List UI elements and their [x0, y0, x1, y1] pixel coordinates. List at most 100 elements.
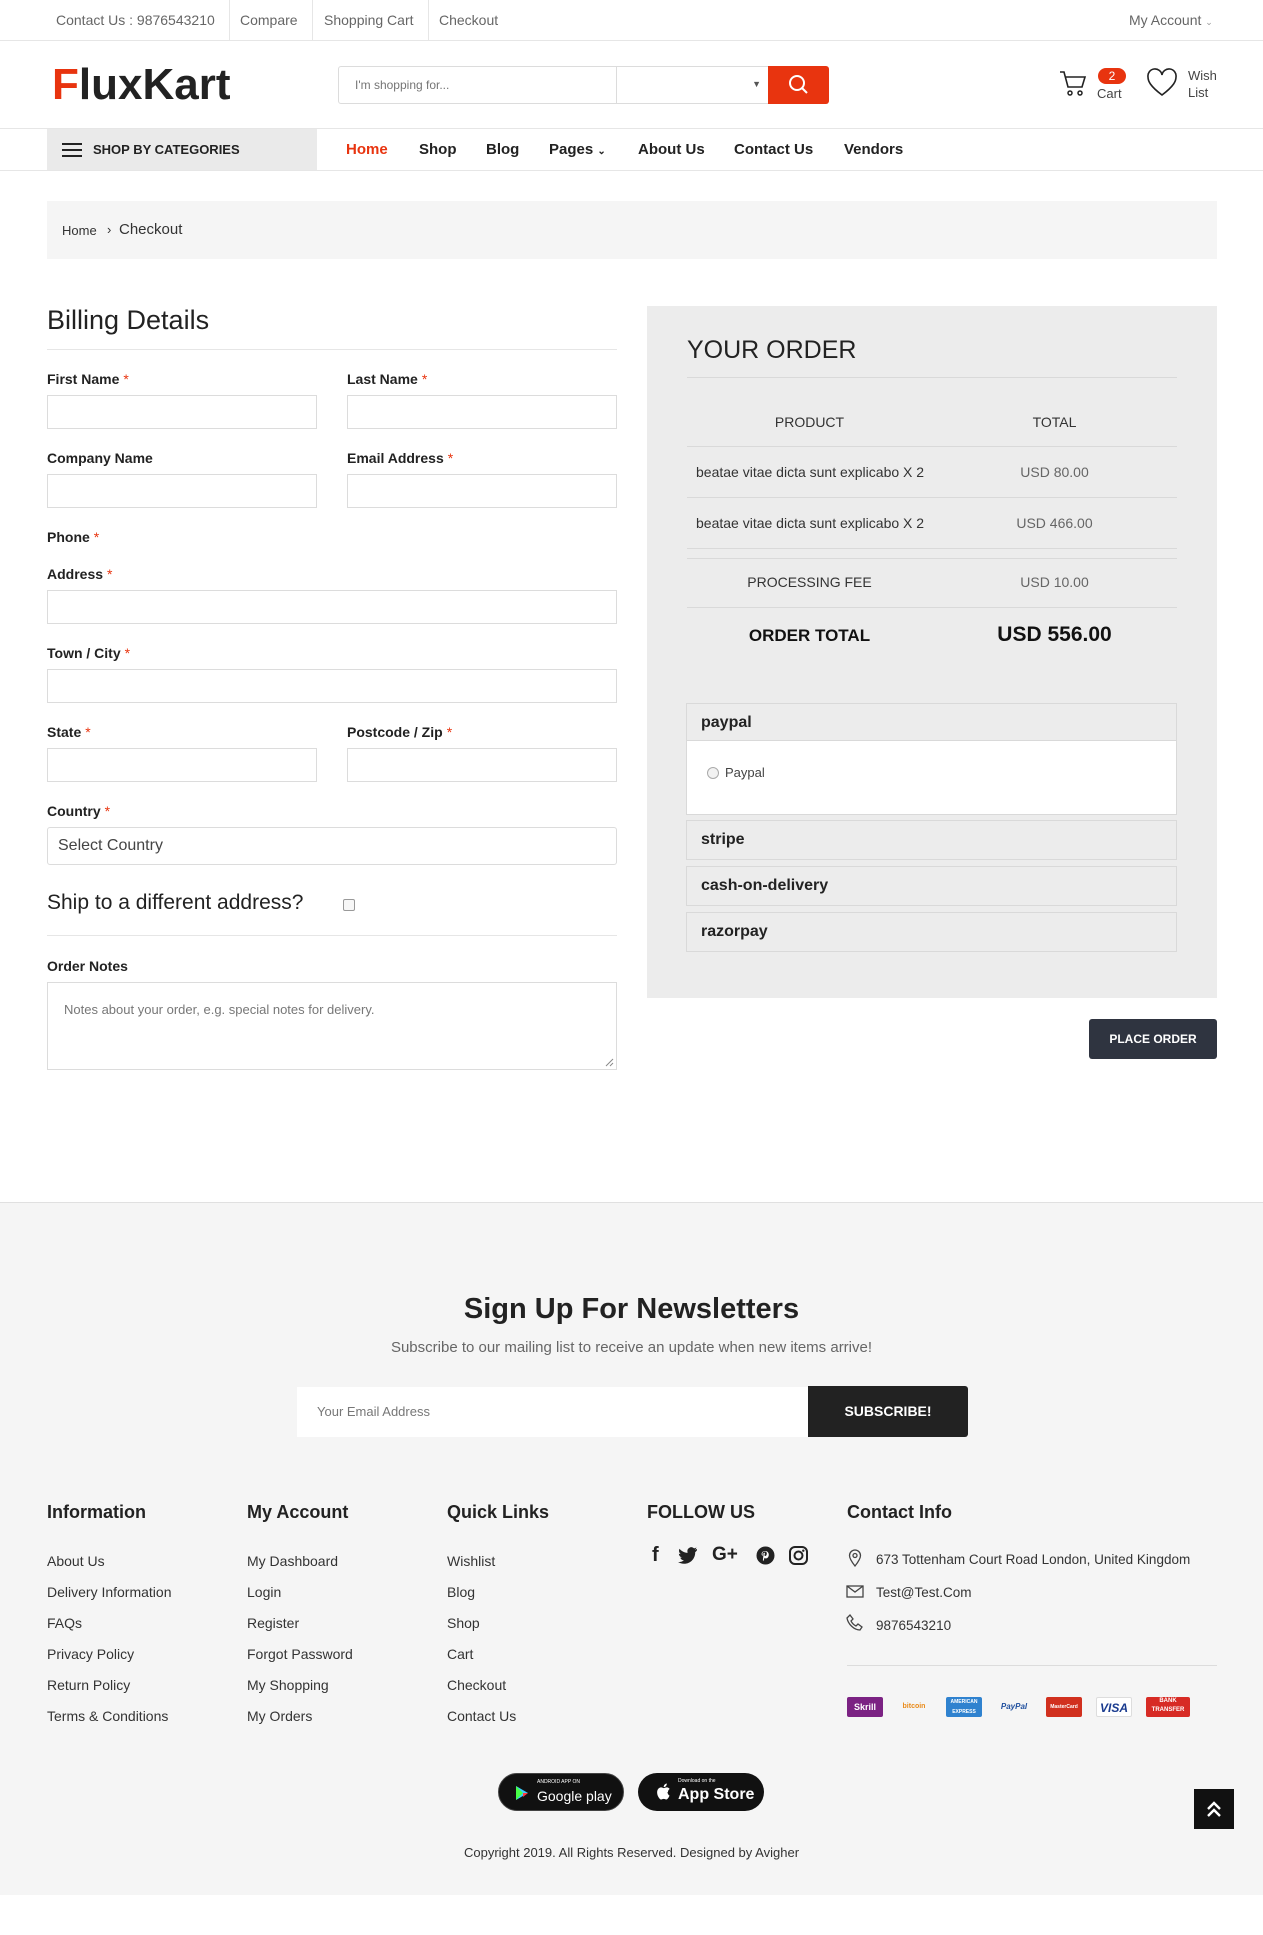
shop-by-categories-button[interactable]: SHOP BY CATEGORIES: [47, 129, 317, 170]
payment-paypal-header[interactable]: paypal: [687, 704, 1176, 741]
logo-letter: F: [52, 60, 79, 109]
order-item-total: USD 466.00: [1016, 515, 1093, 531]
state-input[interactable]: [47, 748, 317, 782]
wishlist-button[interactable]: Wish List: [1146, 66, 1222, 106]
contact-phone[interactable]: 9876543210: [876, 1618, 951, 1633]
google-play-icon: [516, 1786, 528, 1800]
postcode-input[interactable]: [347, 748, 617, 782]
email-text: Email Address: [347, 450, 444, 466]
nav-home[interactable]: Home: [346, 129, 388, 170]
first-name-input[interactable]: [47, 395, 317, 429]
twitter-icon[interactable]: [678, 1547, 698, 1564]
payment-stripe-header: stripe: [701, 831, 745, 848]
ship-different-checkbox[interactable]: [343, 899, 355, 911]
footer-link[interactable]: Delivery Information: [47, 1584, 172, 1600]
newsletter-email-input[interactable]: Your Email Address: [297, 1387, 809, 1437]
scroll-to-top-button[interactable]: [1194, 1789, 1234, 1829]
country-select[interactable]: Select Country: [47, 827, 617, 865]
first-name-text: First Name: [47, 371, 120, 387]
address-input[interactable]: [47, 590, 617, 624]
footer-link[interactable]: Register: [247, 1615, 299, 1631]
search-input[interactable]: [339, 67, 617, 103]
checkout-link[interactable]: Checkout: [425, 0, 512, 40]
order-total-label: ORDER TOTAL: [748, 626, 871, 645]
google-plus-icon[interactable]: G+: [712, 1544, 738, 1566]
footer-link[interactable]: Forgot Password: [247, 1646, 353, 1662]
cart-button[interactable]: 2 Cart: [1058, 66, 1138, 106]
nav-vendors[interactable]: Vendors: [844, 129, 903, 170]
contact-email[interactable]: Test@Test.Com: [876, 1585, 971, 1600]
app-store-button[interactable]: Download on the App Store: [638, 1773, 764, 1811]
google-play-text: Google play: [537, 1788, 612, 1804]
chevron-down-icon: ⌄: [597, 146, 606, 157]
shopping-cart-link[interactable]: Shopping Cart: [310, 0, 429, 40]
nav-pages[interactable]: Pages ⌄: [549, 129, 606, 170]
footer-link[interactable]: Terms & Conditions: [47, 1708, 168, 1724]
payment-razorpay-header: razorpay: [701, 923, 768, 940]
postcode-label: Postcode / Zip *: [347, 724, 452, 740]
required-mark: *: [447, 450, 454, 466]
payment-stripe[interactable]: stripe: [686, 820, 1177, 860]
last-name-input[interactable]: [347, 395, 617, 429]
footer-link[interactable]: Cart: [447, 1646, 473, 1662]
nav-shop[interactable]: Shop: [419, 129, 457, 170]
visa-card-icon: VISA: [1096, 1697, 1132, 1717]
email-input[interactable]: [347, 474, 617, 508]
category-select[interactable]: ▼: [617, 67, 767, 103]
town-text: Town / City: [47, 645, 121, 661]
contact-phone-link[interactable]: Contact Us : 9876543210: [42, 0, 230, 40]
footer-link[interactable]: Privacy Policy: [47, 1646, 134, 1662]
company-input[interactable]: [47, 474, 317, 508]
logo[interactable]: FluxKart: [52, 60, 230, 110]
footer-information-title: Information: [47, 1502, 146, 1522]
footer-link[interactable]: Shop: [447, 1615, 480, 1631]
divider: [687, 548, 1177, 549]
place-order-button[interactable]: PLACE ORDER: [1089, 1019, 1217, 1059]
footer-link[interactable]: Return Policy: [47, 1677, 130, 1693]
subscribe-button[interactable]: SUBSCRIBE!: [808, 1386, 968, 1437]
compare-link[interactable]: Compare: [226, 0, 313, 40]
google-play-button[interactable]: ANDROID APP ON Google play: [498, 1773, 624, 1811]
instagram-icon[interactable]: [789, 1546, 808, 1565]
order-item-name: beatae vitae dicta sunt explicabo X 2: [696, 464, 925, 480]
facebook-icon[interactable]: f: [652, 1544, 659, 1567]
my-account-dropdown[interactable]: My Account ⌄: [1129, 0, 1213, 40]
payment-razorpay[interactable]: razorpay: [686, 912, 1177, 952]
nav-about-us[interactable]: About Us: [638, 129, 705, 170]
payment-cash-on-delivery[interactable]: cash-on-delivery: [686, 866, 1177, 906]
divider: [47, 935, 617, 936]
nav-blog[interactable]: Blog: [486, 129, 519, 170]
footer-link[interactable]: My Shopping: [247, 1677, 329, 1693]
payment-cod-header: cash-on-delivery: [701, 877, 829, 894]
logo-text: luxKart: [78, 60, 231, 109]
pinterest-icon[interactable]: [756, 1546, 775, 1565]
paypal-radio-label: Paypal: [725, 765, 765, 780]
caret-down-icon: ▼: [752, 79, 761, 89]
footer-link[interactable]: FAQs: [47, 1615, 82, 1631]
search-button[interactable]: [768, 66, 829, 104]
map-pin-icon: [848, 1549, 862, 1567]
required-mark: *: [124, 645, 131, 661]
required-mark: *: [93, 529, 100, 545]
footer-link[interactable]: My Orders: [247, 1708, 312, 1724]
required-mark: *: [104, 803, 111, 819]
breadcrumb-home[interactable]: Home: [62, 223, 97, 238]
billing-title: Billing Details: [47, 305, 210, 335]
my-account-label: My Account: [1129, 12, 1202, 28]
footer-link[interactable]: Blog: [447, 1584, 475, 1600]
footer-link[interactable]: My Dashboard: [247, 1553, 338, 1569]
footer-link[interactable]: Contact Us: [447, 1708, 516, 1724]
town-input[interactable]: [47, 669, 617, 703]
paypal-radio[interactable]: [707, 767, 719, 779]
footer-link[interactable]: About Us: [47, 1553, 105, 1569]
footer-link[interactable]: Login: [247, 1584, 281, 1600]
divider: [687, 607, 1177, 608]
order-notes-textarea[interactable]: Notes about your order, e.g. special not…: [47, 982, 617, 1070]
country-label: Country *: [47, 803, 110, 819]
footer-link[interactable]: Wishlist: [447, 1553, 495, 1569]
phone-text: Phone: [47, 529, 90, 545]
nav-contact-us[interactable]: Contact Us: [734, 129, 813, 170]
resize-handle-icon[interactable]: [604, 1057, 614, 1067]
chevron-right-icon: ›: [107, 222, 112, 237]
footer-link[interactable]: Checkout: [447, 1677, 506, 1693]
